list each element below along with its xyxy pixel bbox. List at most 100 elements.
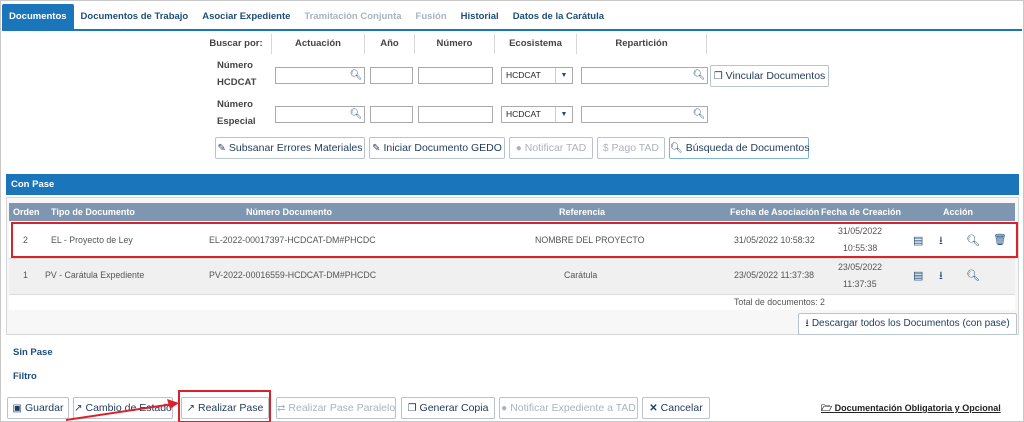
folder-icon: 🗁︎ xyxy=(821,403,835,413)
filtro-toggle[interactable]: Filtro xyxy=(13,371,37,382)
notificar-tad-label: Notificar TAD xyxy=(524,142,587,154)
arrows-icon: ⇄ xyxy=(277,403,286,414)
guardar-label: Guardar xyxy=(24,402,64,414)
search-icon: 🔍︎ xyxy=(670,143,683,154)
row-label-hcdcat: Número HCDCAT xyxy=(217,60,257,88)
numero-input-1[interactable] xyxy=(418,67,493,84)
cell-referencia: Carátula xyxy=(564,270,598,280)
expediente-panel: Documentos Documentos de Trabajo Asociar… xyxy=(0,0,1024,422)
busqueda-documentos-button[interactable]: 🔍︎ Búsqueda de Documentos xyxy=(669,137,809,159)
dollar-icon: $ xyxy=(602,143,609,154)
copia-label: Generar Copia xyxy=(419,402,489,414)
row-label-especial: Número Especial xyxy=(217,99,256,127)
iniciar-documento-button[interactable]: ✎ Iniciar Documento GEDO xyxy=(369,137,505,159)
cell-asociacion: 23/05/2022 11:37:38 xyxy=(734,270,815,280)
con-pase-header[interactable]: Con Pase xyxy=(6,174,1019,195)
th-orden: Orden xyxy=(13,207,40,217)
doc-link-label: Documentación Obligatoria y Opcional xyxy=(834,403,1001,413)
header-ecosistema: Ecosistema xyxy=(495,34,577,54)
ecosistema-select-2[interactable]: HCDCAT ▼ xyxy=(501,106,573,123)
ecosistema-value: HCDCAT xyxy=(506,109,541,119)
comment-icon: ● xyxy=(501,403,508,414)
search-icon[interactable]: 🔍︎ xyxy=(691,68,707,83)
pago-tad-label: Pago TAD xyxy=(611,142,660,154)
ecosistema-select-1[interactable]: HCDCAT ▼ xyxy=(501,67,573,84)
search-label: Buscar por: xyxy=(209,38,263,49)
notificar-label: Notificar Expediente a TAD xyxy=(510,402,636,414)
th-referencia: Referencia xyxy=(559,207,606,217)
header-anio: Año xyxy=(365,34,415,54)
th-creacion: Fecha de Creación xyxy=(821,207,902,217)
arrow-annotation xyxy=(65,399,179,421)
realizar-pase-paralelo-button: ⇄ Realizar Pase Paralelo xyxy=(276,397,396,419)
numero-input-2[interactable] xyxy=(418,106,493,123)
tab-documentos[interactable]: Documentos xyxy=(2,4,74,30)
guardar-button[interactable]: ▣ Guardar xyxy=(7,397,69,419)
copy-icon: ❐ xyxy=(407,403,417,414)
notificar-tad-button: ● Notificar TAD xyxy=(509,137,593,159)
ecosistema-value: HCDCAT xyxy=(506,70,541,80)
tab-historial[interactable]: Historial xyxy=(454,4,506,30)
download-icon[interactable]: ⭳ xyxy=(939,269,943,283)
total-row xyxy=(9,294,1015,310)
busqueda-label: Búsqueda de Documentos xyxy=(685,142,810,154)
cell-numero: PV-2022-00016559-HCDCAT-DM#PHCDC xyxy=(209,270,377,280)
vincular-documentos-button[interactable]: ❐ Vincular Documentos xyxy=(710,65,829,87)
reparticion-input-2[interactable]: 🔍︎ xyxy=(581,106,708,123)
sin-pase-toggle[interactable]: Sin Pase xyxy=(13,347,53,358)
th-asociacion: Fecha de Asociación xyxy=(730,207,820,217)
total-value: 2 xyxy=(820,297,825,307)
tab-underline xyxy=(2,29,1022,31)
tab-datos-caratula[interactable]: Datos de la Carátula xyxy=(506,4,611,30)
search-icon[interactable]: 🔍︎ xyxy=(348,68,364,83)
tab-bar: Documentos Documentos de Trabajo Asociar… xyxy=(2,4,611,30)
edit-icon: ✎ xyxy=(217,143,226,154)
tab-tramitacion-conjunta: Tramitación Conjunta xyxy=(304,11,402,22)
row-highlight-annotation xyxy=(11,222,1018,258)
subsanar-label: Subsanar Errores Materiales xyxy=(228,142,363,154)
iniciar-label: Iniciar Documento GEDO xyxy=(383,142,502,154)
search-icon[interactable]: 🔍︎ xyxy=(966,269,980,283)
header-numero: Número xyxy=(415,34,495,54)
generar-copia-button[interactable]: ❐ Generar Copia xyxy=(401,397,495,419)
header-reparticion: Repartición xyxy=(577,34,707,54)
descargar-todos-button[interactable]: ⭳ Descargar todos los Documentos (con pas… xyxy=(798,313,1017,335)
caret-down-icon: ▼ xyxy=(555,107,572,122)
anio-input-2[interactable] xyxy=(370,106,413,123)
subsanar-errores-button[interactable]: ✎ Subsanar Errores Materiales xyxy=(215,137,365,159)
reparticion-input-1[interactable]: 🔍︎ xyxy=(581,67,708,84)
download-icon: ⭳ xyxy=(805,318,809,329)
notificar-expediente-button: ● Notificar Expediente a TAD xyxy=(499,397,638,419)
documentacion-link[interactable]: 🗁︎ Documentación Obligatoria y Opcional xyxy=(821,401,1001,417)
close-icon: ✕ xyxy=(649,403,658,414)
search-icon[interactable]: 🔍︎ xyxy=(691,107,707,122)
cell-creacion-hora: 11:37:35 xyxy=(843,279,877,289)
actuacion-input-1[interactable]: 🔍︎ xyxy=(275,67,365,84)
actuacion-input-2[interactable]: 🔍︎ xyxy=(275,106,365,123)
view-document-icon[interactable]: ▤ xyxy=(913,269,923,283)
cell-orden: 1 xyxy=(23,270,28,280)
cancelar-label: Cancelar xyxy=(660,402,703,414)
tab-documentos-trabajo[interactable]: Documentos de Trabajo xyxy=(74,4,196,30)
save-icon: ▣ xyxy=(12,403,22,414)
edit-icon: ✎ xyxy=(372,143,381,154)
copy-icon: ❐ xyxy=(713,71,723,82)
comment-icon: ● xyxy=(515,143,522,154)
descargar-label: Descargar todos los Documentos (con pase… xyxy=(811,318,1010,329)
total-label: Total de documentos: xyxy=(734,297,818,307)
cancelar-button[interactable]: ✕ Cancelar xyxy=(642,397,710,419)
th-tipo: Tipo de Documento xyxy=(51,207,135,217)
anio-input-1[interactable] xyxy=(370,67,413,84)
cell-creacion-fecha: 23/05/2022 xyxy=(838,262,883,272)
tab-fusion: Fusión xyxy=(415,11,447,22)
vincular-label: Vincular Documentos xyxy=(725,70,826,82)
th-numero: Número Documento xyxy=(246,207,333,217)
search-icon[interactable]: 🔍︎ xyxy=(348,107,364,122)
caret-down-icon: ▼ xyxy=(555,68,572,83)
th-accion: Acción xyxy=(943,207,974,217)
paralelo-label: Realizar Pase Paralelo xyxy=(288,402,396,414)
tab-asociar-expediente[interactable]: Asociar Expediente xyxy=(195,4,297,30)
header-actuacion: Actuación xyxy=(271,34,365,54)
pago-tad-button: $ Pago TAD xyxy=(597,137,665,159)
button-highlight-annotation xyxy=(178,390,271,422)
